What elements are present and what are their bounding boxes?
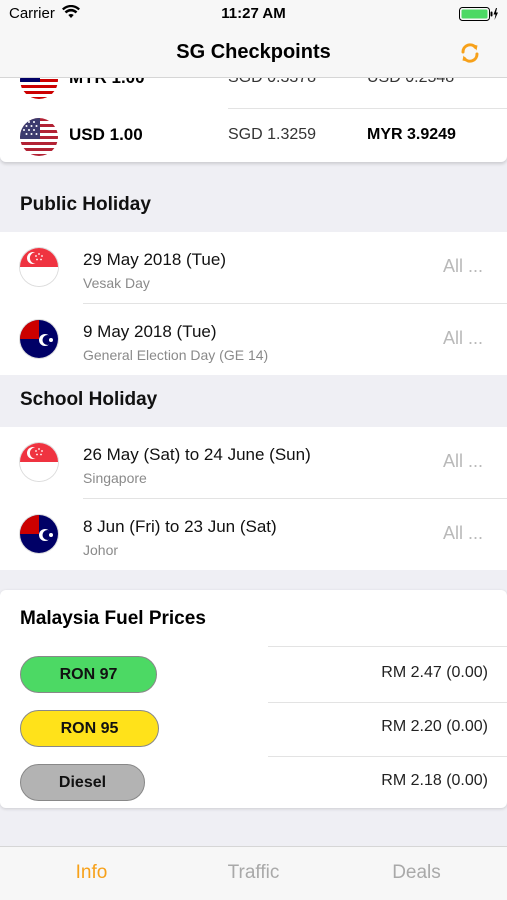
usa-flag-icon bbox=[20, 118, 58, 156]
fuel-row: RON 97 RM 2.47 (0.00) bbox=[0, 648, 507, 702]
public-holiday-header: Public Holiday bbox=[20, 194, 151, 215]
all-holidays-link[interactable]: All ... bbox=[443, 256, 483, 277]
holiday-date: 8 Jun (Fri) to 23 Jun (Sat) bbox=[83, 517, 277, 536]
holiday-name: Vesak Day bbox=[83, 275, 150, 291]
all-holidays-link[interactable]: All ... bbox=[443, 523, 483, 544]
ron97-pill: RON 97 bbox=[20, 656, 157, 693]
tab-deals[interactable]: Deals bbox=[332, 862, 501, 884]
holiday-name: Johor bbox=[83, 542, 119, 558]
all-holidays-link[interactable]: All ... bbox=[443, 451, 483, 472]
tab-bar: Info Traffic Deals bbox=[0, 846, 507, 900]
refresh-icon[interactable] bbox=[459, 42, 481, 64]
fuel-price: RM 2.47 (0.00) bbox=[381, 664, 488, 681]
public-holiday-list: 29 May 2018 (Tue) Vesak Day All ... 9 Ma… bbox=[0, 232, 507, 375]
tab-traffic[interactable]: Traffic bbox=[169, 862, 338, 884]
divider bbox=[268, 646, 507, 647]
currency-base: USD 1.00 bbox=[69, 125, 143, 144]
johor-flag-icon bbox=[20, 515, 58, 553]
currency-sgd-rate: SGD 1.3259 bbox=[228, 126, 317, 143]
singapore-flag-icon bbox=[20, 443, 58, 481]
singapore-flag-icon bbox=[20, 248, 58, 286]
fuel-row: RON 95 RM 2.20 (0.00) bbox=[0, 702, 507, 756]
status-bar: Carrier 11:27 AM bbox=[0, 0, 507, 28]
fuel-prices-title: Malaysia Fuel Prices bbox=[20, 608, 206, 629]
diesel-pill: Diesel bbox=[20, 764, 145, 801]
school-holiday-header: School Holiday bbox=[20, 389, 158, 410]
holiday-name: General Election Day (GE 14) bbox=[83, 347, 269, 363]
holiday-row[interactable]: 26 May (Sat) to 24 June (Sun) Singapore … bbox=[0, 427, 507, 499]
fuel-row: Diesel RM 2.18 (0.00) bbox=[0, 756, 507, 810]
all-holidays-link[interactable]: All ... bbox=[443, 328, 483, 349]
holiday-row[interactable]: 29 May 2018 (Tue) Vesak Day All ... bbox=[0, 232, 507, 304]
holiday-date: 26 May (Sat) to 24 June (Sun) bbox=[83, 445, 311, 464]
school-holiday-list: 26 May (Sat) to 24 June (Sun) Singapore … bbox=[0, 427, 507, 570]
tab-info[interactable]: Info bbox=[7, 862, 176, 884]
page-title: SG Checkpoints bbox=[176, 41, 331, 63]
fuel-prices-card: Malaysia Fuel Prices RON 97 RM 2.47 (0.0… bbox=[0, 590, 507, 808]
holiday-row[interactable]: 8 Jun (Fri) to 23 Jun (Sat) Johor All ..… bbox=[0, 499, 507, 571]
fuel-price: RM 2.18 (0.00) bbox=[381, 772, 488, 789]
ron95-pill: RON 95 bbox=[20, 710, 159, 747]
holiday-row[interactable]: 9 May 2018 (Tue) General Election Day (G… bbox=[0, 304, 507, 376]
navigation-bar: SG Checkpoints bbox=[0, 28, 507, 78]
holiday-date: 9 May 2018 (Tue) bbox=[83, 322, 217, 341]
status-time: 11:27 AM bbox=[221, 5, 286, 22]
holiday-name: Singapore bbox=[83, 470, 147, 486]
johor-flag-icon bbox=[20, 320, 58, 358]
fuel-price: RM 2.20 (0.00) bbox=[381, 718, 488, 735]
currency-row[interactable]: USD 1.00 SGD 1.3259 MYR 3.9249 bbox=[0, 109, 507, 162]
holiday-date: 29 May 2018 (Tue) bbox=[83, 250, 226, 269]
currency-other-rate: MYR 3.9249 bbox=[367, 126, 456, 143]
battery-icon bbox=[459, 7, 499, 21]
